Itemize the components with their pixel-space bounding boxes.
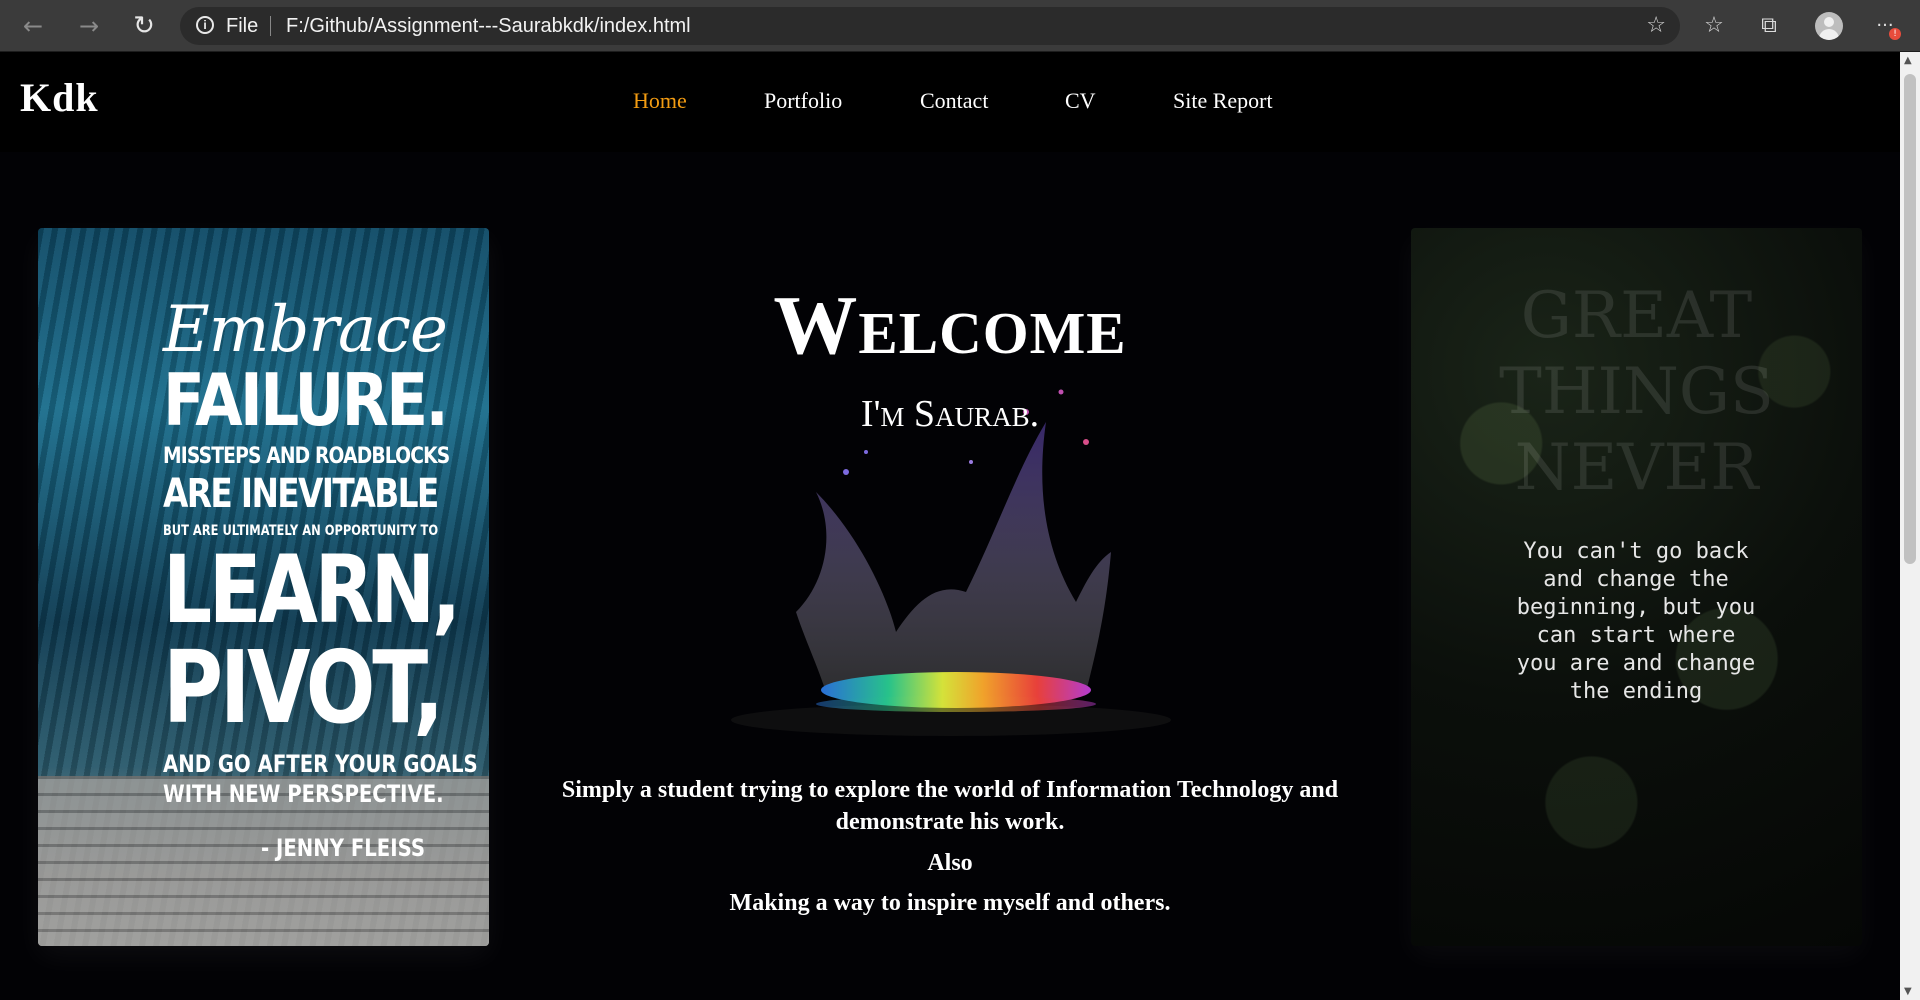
url-text[interactable]: F:/Github/Assignment---Saurabkdk/index.h… [286,7,691,45]
browser-toolbar: ← → ↻ i File F:/Github/Assignment---Saur… [0,0,1920,52]
poster-word-pivot: PIVOT, [163,629,444,746]
scroll-up-icon[interactable]: ▲ [1904,55,1912,66]
poster-quote: Embrace FAILURE. MISSTEPS AND ROADBLOCKS… [163,298,478,860]
quote-card-right: GREAT THINGS NEVER You can't go back and… [1411,228,1862,946]
info-icon[interactable]: i [196,16,214,34]
faded-quote-text: GREAT THINGS NEVER [1411,278,1862,506]
card-quote-text: You can't go back and change the beginni… [1516,539,1756,704]
hero-description: Simply a student trying to explore the w… [561,777,1339,835]
forward-icon[interactable]: → [72,10,106,42]
poster-line-missteps: MISSTEPS AND ROADBLOCKS [163,444,450,469]
nav-link-site-report[interactable]: Site Report [1173,88,1273,114]
nav-link-contact[interactable]: Contact [920,88,988,114]
scrollbar-thumb[interactable] [1904,74,1916,564]
poster-line-inevitable: ARE INEVITABLE [163,471,439,517]
file-label: File [226,15,259,37]
favorites-icon[interactable]: ☆ [1697,10,1731,42]
page-scrollbar[interactable]: ▲ ▼ [1900,52,1920,1000]
add-favorite-icon[interactable]: ☆ [1646,7,1666,45]
nav-link-cv[interactable]: CV [1065,88,1096,114]
poster-word-learn: LEARN, [163,536,461,645]
reload-icon[interactable]: ↻ [127,10,161,42]
divider [270,16,271,36]
scroll-down-icon[interactable]: ▼ [1904,986,1912,997]
notification-badge: ! [1889,28,1901,40]
back-icon[interactable]: ← [16,10,50,42]
nav-link-home[interactable]: Home [633,88,687,114]
main-content: Embrace FAILURE. MISSTEPS AND ROADBLOCKS… [0,152,1900,1000]
profile-avatar[interactable] [1815,12,1843,40]
address-bar[interactable]: i File F:/Github/Assignment---Saurabkdk/… [180,7,1680,45]
site-header: Kdk Home Portfolio Contact CV Site Repor… [0,52,1900,152]
collections-icon[interactable]: ⧉ [1752,10,1786,42]
faded-line-1: GREAT [1520,279,1753,353]
faded-line-3: NEVER [1514,431,1759,505]
site-logo[interactable]: Kdk [20,74,99,121]
faded-line-2: THINGS [1499,355,1774,429]
nav-link-portfolio[interactable]: Portfolio [764,88,842,114]
poster-line-perspective: WITH NEW PERSPECTIVE. [163,780,444,808]
poster-line-goals: AND GO AFTER YOUR GOALS [163,750,478,778]
